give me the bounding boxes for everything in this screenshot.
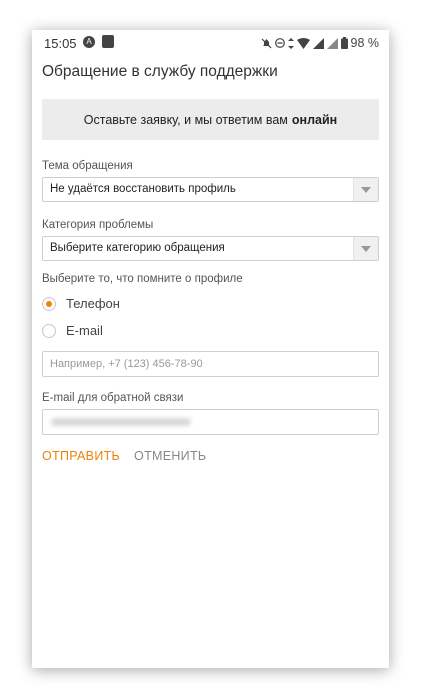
form-actions: ОТПРАВИТЬ ОТМЕНИТЬ xyxy=(42,449,206,463)
radio-email[interactable]: E-mail xyxy=(42,323,103,338)
radio-phone-label[interactable]: Телефон xyxy=(66,296,120,311)
radio-phone[interactable]: Телефон xyxy=(42,296,120,311)
email-label: E-mail для обратной связи xyxy=(42,392,184,404)
wifi-icon xyxy=(296,37,310,49)
status-bar: 15:05 A 98 % xyxy=(32,30,389,56)
radio-phone-button[interactable] xyxy=(42,296,56,311)
signal2-icon xyxy=(326,37,338,49)
mute-icon xyxy=(261,38,271,48)
status-icons: 98 % xyxy=(261,36,380,50)
phone-input[interactable]: Например, +7 (123) 456-78-90 xyxy=(42,351,379,377)
remember-label: Выберите то, что помните о профиле xyxy=(42,273,243,285)
status-time: 15:05 xyxy=(44,36,77,51)
battery-percent: 98 % xyxy=(350,36,380,50)
signal-icon xyxy=(312,37,324,49)
submit-button[interactable]: ОТПРАВИТЬ xyxy=(42,449,120,463)
topic-label: Тема обращения xyxy=(42,160,133,172)
topic-select[interactable]: Не удаётся восстановить профиль xyxy=(42,177,379,202)
app-notification-icon: A xyxy=(83,36,95,48)
topic-select-value: Не удаётся восстановить профиль xyxy=(50,183,236,195)
email-input[interactable] xyxy=(42,409,379,435)
page-title: Обращение в службу поддержки xyxy=(42,63,278,80)
banner-text: Оставьте заявку, и мы ответим вам xyxy=(83,112,288,127)
chevron-down-icon[interactable] xyxy=(353,237,378,260)
phone-screen: 15:05 A 98 % Обращение в службу поддержк… xyxy=(32,30,389,668)
battery-icon xyxy=(340,37,348,49)
phone-input-placeholder: Например, +7 (123) 456-78-90 xyxy=(50,358,203,370)
screenshot-notification-icon xyxy=(102,35,114,48)
radio-email-button[interactable] xyxy=(42,323,56,338)
info-banner: Оставьте заявку, и мы ответим вам онлайн xyxy=(42,99,379,140)
category-select-value: Выберите категорию обращения xyxy=(50,242,225,254)
dnd-icon xyxy=(274,38,285,48)
blurred-email-value xyxy=(51,418,191,426)
chevron-down-icon[interactable] xyxy=(353,178,378,201)
category-select[interactable]: Выберите категорию обращения xyxy=(42,236,379,261)
cancel-button[interactable]: ОТМЕНИТЬ xyxy=(134,449,206,463)
category-label: Категория проблемы xyxy=(42,219,154,231)
data-arrows-icon xyxy=(287,37,294,49)
banner-emphasis: онлайн xyxy=(291,112,338,127)
radio-email-label[interactable]: E-mail xyxy=(66,323,103,338)
